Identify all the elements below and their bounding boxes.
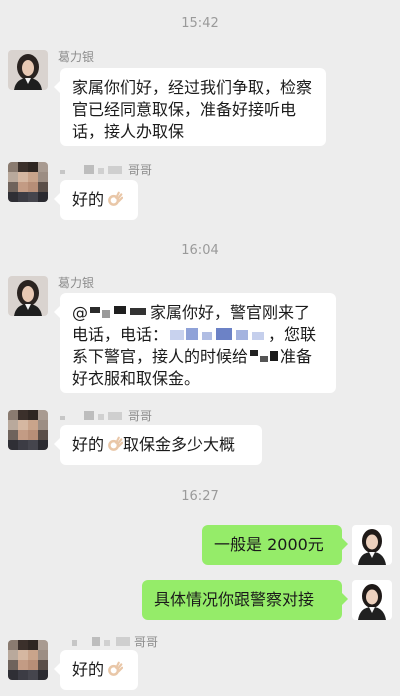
redacted-name-icon <box>60 411 122 420</box>
sender-name: 葛力银 <box>58 50 95 64</box>
message-bubble[interactable]: 好的 <box>54 650 138 690</box>
message-bubble[interactable]: 一般是 2000元 <box>202 525 348 565</box>
redacted-mention-icon <box>90 306 146 318</box>
redacted-phone-icon <box>170 328 265 340</box>
woman-portrait-avatar-icon <box>8 50 48 90</box>
message-text: 好的 <box>72 660 105 679</box>
pixelated-avatar-icon <box>8 410 48 450</box>
woman-portrait-avatar-icon <box>352 525 392 565</box>
redacted-name-icon <box>250 350 279 362</box>
message-bubble[interactable]: 好的 <box>54 180 138 220</box>
sender-name-suffix: 哥哥 <box>128 163 153 177</box>
timestamp: 16:04 <box>181 243 219 258</box>
mention-at: @ <box>72 303 88 322</box>
message-text: 好的 <box>72 190 105 209</box>
message-bubble[interactable]: @ 家属你好，警官刚来了电话，电话： ，您联系下警官，接人的时候给 准备好衣服和取保金… <box>54 293 336 393</box>
woman-portrait-avatar-icon <box>8 276 48 316</box>
message-bubble[interactable]: 好的 取保金多少大概 <box>54 425 262 465</box>
message-text: 好的 <box>72 435 105 454</box>
woman-portrait-avatar-icon <box>352 580 392 620</box>
contact-avatar[interactable] <box>8 276 48 316</box>
ok-hand-emoji-icon <box>108 191 124 206</box>
pixelated-avatar-icon <box>8 162 48 202</box>
ok-hand-emoji-icon <box>108 661 124 676</box>
sender-name-suffix: 哥哥 <box>128 409 153 423</box>
ok-hand-emoji-icon <box>108 436 124 451</box>
message-bubble[interactable]: 具体情况你跟警察对接 <box>142 580 348 620</box>
self-avatar[interactable] <box>352 525 392 565</box>
message-bubble[interactable]: 家属你们好，经过我们争取，检察官已经同意取保，准备好接听电话，接人办取保 <box>54 68 326 146</box>
sender-name: 哥哥 <box>58 162 152 177</box>
redacted-name-icon <box>60 165 122 174</box>
contact-avatar[interactable] <box>8 50 48 90</box>
sender-name: 葛力银 <box>58 276 95 290</box>
timestamp: 16:27 <box>181 489 219 504</box>
self-avatar[interactable] <box>352 580 392 620</box>
contact-avatar[interactable] <box>8 162 48 202</box>
redacted-name-icon <box>72 637 130 646</box>
contact-avatar[interactable] <box>8 410 48 450</box>
sender-name: 哥哥 <box>58 408 152 423</box>
contact-avatar[interactable] <box>8 640 48 680</box>
sender-name-suffix: 哥哥 <box>134 635 159 649</box>
sender-name: 哥哥 <box>58 634 158 649</box>
message-text: 取保金多少大概 <box>123 435 236 454</box>
timestamp: 15:42 <box>181 16 219 31</box>
pixelated-avatar-icon <box>8 640 48 680</box>
